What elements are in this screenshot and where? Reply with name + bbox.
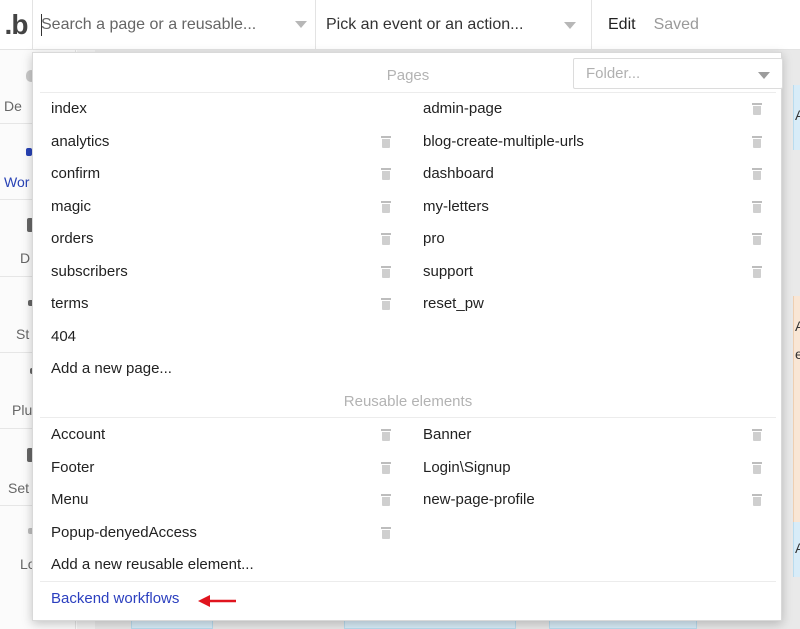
reusable-item-footer[interactable]: Footer: [51, 459, 94, 476]
trash-icon[interactable]: [381, 136, 391, 148]
canvas-text: e: [795, 346, 800, 362]
trash-icon[interactable]: [381, 266, 391, 278]
trash-icon[interactable]: [381, 494, 391, 506]
page-item-pro[interactable]: pro: [423, 230, 445, 247]
edit-button[interactable]: Edit: [608, 16, 636, 34]
page-item-dashboard[interactable]: dashboard: [423, 165, 494, 182]
sidebar-item-label: De: [4, 98, 22, 114]
canvas-text: A: [795, 107, 800, 123]
page-item-my-letters[interactable]: my-letters: [423, 198, 489, 215]
trash-icon[interactable]: [381, 233, 391, 245]
add-new-page-link[interactable]: Add a new page...: [51, 360, 172, 377]
annotation-arrow-icon: [198, 595, 236, 607]
trash-icon[interactable]: [381, 201, 391, 213]
folder-select[interactable]: Folder...: [573, 58, 783, 89]
sidebar-item-label: D: [20, 250, 31, 266]
trash-icon[interactable]: [752, 429, 762, 441]
trash-icon[interactable]: [381, 298, 391, 310]
canvas-text: A: [795, 318, 800, 334]
page-item-terms[interactable]: terms: [51, 295, 89, 312]
trash-icon[interactable]: [752, 462, 762, 474]
trash-icon[interactable]: [381, 168, 391, 180]
page-item-magic[interactable]: magic: [51, 198, 91, 215]
reusable-item-login-signup[interactable]: Login\Signup: [423, 459, 511, 476]
top-toolbar: .b Pick an event or an action... Edit Sa…: [0, 0, 800, 50]
trash-icon[interactable]: [752, 201, 762, 213]
page-search-input[interactable]: [41, 15, 286, 34]
chevron-down-icon[interactable]: [295, 21, 307, 28]
sidebar-item-label: Set: [8, 480, 30, 496]
trash-icon[interactable]: [752, 494, 762, 506]
page-item-index[interactable]: index: [51, 100, 87, 117]
page-item-orders[interactable]: orders: [51, 230, 94, 247]
sidebar-item-label: Wor: [4, 174, 30, 190]
text-cursor: [41, 14, 42, 36]
page-item-admin-page[interactable]: admin-page: [423, 100, 502, 117]
page-item-subscribers[interactable]: subscribers: [51, 263, 128, 280]
edit-status: Edit Saved: [592, 0, 699, 49]
page-search-dropdown[interactable]: [32, 0, 316, 49]
reusable-item-popup-denyedaccess[interactable]: Popup-denyedAccess: [51, 524, 197, 541]
bubble-logo[interactable]: .b: [0, 0, 32, 50]
section-divider: [40, 581, 776, 582]
reusable-item-new-page-profile[interactable]: new-page-profile: [423, 491, 535, 508]
trash-icon[interactable]: [752, 136, 762, 148]
page-item-support[interactable]: support: [423, 263, 473, 280]
trash-icon[interactable]: [752, 103, 762, 115]
backend-workflows-link[interactable]: Backend workflows: [51, 590, 179, 607]
trash-icon[interactable]: [381, 429, 391, 441]
page-item-blog-create-multiple-urls[interactable]: blog-create-multiple-urls: [423, 133, 584, 150]
page-item-reset-pw[interactable]: reset_pw: [423, 295, 484, 312]
add-new-reusable-link[interactable]: Add a new reusable element...: [51, 556, 254, 573]
sidebar-item-label: St: [16, 326, 30, 342]
page-item-analytics[interactable]: analytics: [51, 133, 109, 150]
chevron-down-icon[interactable]: [564, 22, 576, 29]
reusable-section-title: Reusable elements: [343, 393, 473, 410]
folder-placeholder: Folder...: [586, 65, 641, 82]
reusable-item-banner[interactable]: Banner: [423, 426, 471, 443]
trash-icon[interactable]: [752, 233, 762, 245]
trash-icon[interactable]: [381, 462, 391, 474]
reusable-item-account[interactable]: Account: [51, 426, 105, 443]
chevron-down-icon[interactable]: [758, 72, 770, 79]
sidebar-item-label: Plu: [12, 402, 33, 418]
event-action-placeholder: Pick an event or an action...: [326, 15, 524, 33]
section-divider: [40, 417, 776, 418]
section-divider: [40, 92, 776, 93]
reusable-item-menu[interactable]: Menu: [51, 491, 89, 508]
canvas-text: A: [795, 540, 800, 556]
trash-icon[interactable]: [752, 168, 762, 180]
page-item-confirm[interactable]: confirm: [51, 165, 100, 182]
saved-status: Saved: [653, 15, 699, 33]
trash-icon[interactable]: [752, 266, 762, 278]
page-item-404[interactable]: 404: [51, 328, 76, 345]
trash-icon[interactable]: [381, 527, 391, 539]
event-action-dropdown[interactable]: Pick an event or an action...: [316, 0, 592, 49]
page-selector-dropdown: Pages Folder... index analytics confirm …: [32, 52, 783, 621]
